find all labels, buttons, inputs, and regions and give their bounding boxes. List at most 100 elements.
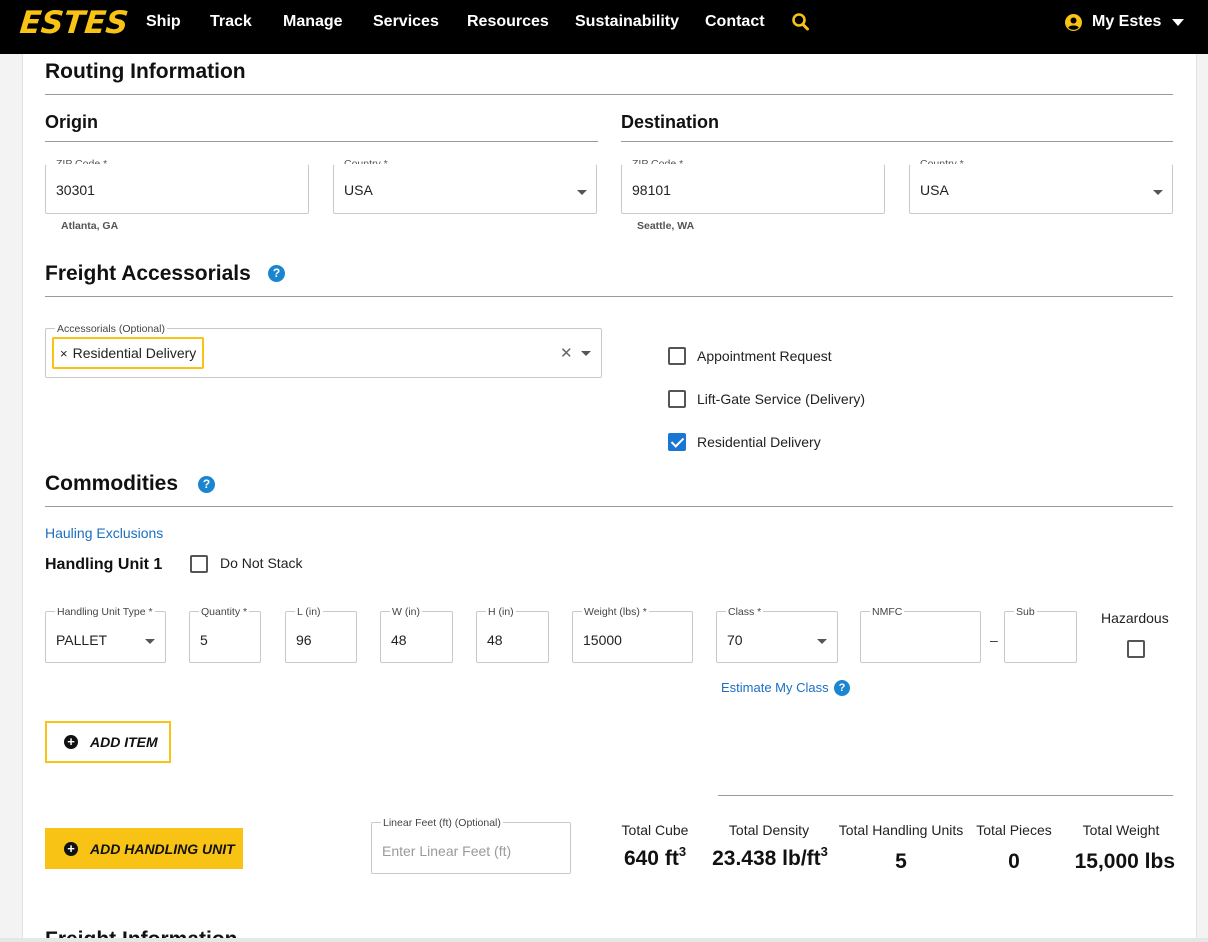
chevron-down-icon <box>145 639 155 644</box>
appointment-request-checkbox[interactable] <box>668 347 686 365</box>
destination-zip-value: 98101 <box>632 182 671 198</box>
estimate-my-class-link[interactable]: Estimate My Class <box>721 680 829 695</box>
lift-gate-checkbox[interactable] <box>668 390 686 408</box>
total-cube-label: Total Cube <box>621 822 689 838</box>
total-handling-units-value: 5 <box>895 850 907 873</box>
add-item-label: ADD ITEM <box>90 734 158 750</box>
handling-unit-type-label: Handling Unit Type * <box>55 606 155 618</box>
destination-country-value: USA <box>920 182 949 198</box>
total-cube-value: 640 ft3 <box>623 844 687 870</box>
sub-label: Sub <box>1014 606 1037 618</box>
sub-input[interactable]: Sub <box>1004 606 1077 663</box>
height-label: H (in) <box>486 606 516 618</box>
clear-icon[interactable]: ✕ <box>560 344 573 362</box>
linear-feet-input[interactable]: Linear Feet (ft) (Optional) Enter Linear… <box>371 817 571 874</box>
appointment-request-label: Appointment Request <box>697 348 832 364</box>
chevron-down-icon <box>817 639 827 644</box>
quantity-label: Quantity * <box>199 606 250 618</box>
weight-label: Weight (lbs) * <box>582 606 649 618</box>
chip-remove-icon[interactable]: × <box>60 346 68 361</box>
search-icon[interactable] <box>792 12 810 32</box>
origin-title: Origin <box>45 112 98 132</box>
accessorials-multiselect[interactable]: Accessorials (Optional) × Residential De… <box>45 323 602 378</box>
do-not-stack-label: Do Not Stack <box>220 555 303 571</box>
linear-feet-placeholder: Enter Linear Feet (ft) <box>382 843 512 859</box>
nav-link-services[interactable]: Services <box>373 12 439 32</box>
do-not-stack-checkbox[interactable] <box>190 555 208 573</box>
nav-link-resources[interactable]: Resources <box>467 12 549 32</box>
nav-link-track[interactable]: Track <box>210 12 252 32</box>
my-estes-menu[interactable]: My Estes <box>1065 12 1185 32</box>
origin-zip-input[interactable]: 30301 <box>45 164 309 214</box>
residential-delivery-checkbox[interactable] <box>668 433 686 451</box>
hazardous-checkbox[interactable] <box>1127 640 1145 658</box>
total-handling-units-label: Total Handling Units <box>838 822 964 838</box>
destination-zip-input[interactable]: 98101 <box>621 164 885 214</box>
accessorials-section-title: Freight Accessorials <box>45 262 251 285</box>
plus-circle-icon: + <box>64 735 78 749</box>
divider <box>45 506 1173 507</box>
accessorials-field-label: Accessorials (Optional) <box>55 323 167 335</box>
add-handling-unit-label: ADD HANDLING UNIT <box>90 840 235 857</box>
quote-form-card: Routing Information Origin Destination Z… <box>22 54 1197 942</box>
my-estes-label: My Estes <box>1092 13 1162 30</box>
residential-delivery-label: Residential Delivery <box>697 434 821 450</box>
height-input[interactable]: H (in) 48 <box>476 606 549 663</box>
divider <box>45 141 598 142</box>
estes-logo[interactable]: ESTES <box>18 5 130 41</box>
destination-title: Destination <box>621 112 720 132</box>
plus-circle-icon: + <box>64 841 78 856</box>
routing-section-title: Routing Information <box>45 60 246 83</box>
origin-country-value: USA <box>344 182 373 198</box>
user-account-icon <box>1065 13 1082 31</box>
accessorial-chip: × Residential Delivery <box>52 337 205 369</box>
add-handling-unit-button[interactable]: + ADD HANDLING UNIT <box>45 828 243 869</box>
help-icon[interactable]: ? <box>268 265 285 282</box>
chevron-down-icon <box>581 351 591 356</box>
lift-gate-label: Lift-Gate Service (Delivery) <box>697 391 866 407</box>
total-density-label: Total Density <box>728 822 810 838</box>
commodities-section-title: Commodities <box>45 472 179 495</box>
total-pieces-value: 0 <box>1008 850 1020 873</box>
chevron-down-icon <box>1153 190 1163 195</box>
width-input[interactable]: W (in) 48 <box>380 606 453 663</box>
help-icon[interactable]: ? <box>198 476 215 493</box>
width-value: 48 <box>391 632 407 648</box>
class-select[interactable]: Class * 70 <box>716 606 838 663</box>
top-navigation-bar: ESTES Ship Track Manage Services Resourc… <box>0 0 1208 54</box>
divider <box>718 795 1173 796</box>
nmfc-input[interactable]: NMFC <box>860 606 981 663</box>
quantity-input[interactable]: Quantity * 5 <box>189 606 261 663</box>
total-pieces-label: Total Pieces <box>976 822 1052 838</box>
nav-link-ship[interactable]: Ship <box>146 12 181 32</box>
origin-country-select[interactable]: USA <box>333 164 597 214</box>
page-bottom-edge <box>0 938 1208 942</box>
handling-unit-title: Handling Unit 1 <box>45 556 163 573</box>
chevron-down-icon <box>577 190 587 195</box>
destination-country-select[interactable]: USA <box>909 164 1173 214</box>
nav-link-sustainability[interactable]: Sustainability <box>575 12 679 32</box>
total-weight-label: Total Weight <box>1082 822 1160 838</box>
weight-value: 15000 <box>583 632 622 648</box>
total-weight-value: 15,000 lbs <box>1074 850 1175 873</box>
origin-zip-value: 30301 <box>56 182 95 198</box>
class-value: 70 <box>727 632 743 648</box>
divider <box>45 296 1173 297</box>
nmfc-sub-separator: – <box>990 632 998 648</box>
help-icon[interactable]: ? <box>834 680 850 696</box>
add-item-button[interactable]: + ADD ITEM <box>45 721 171 763</box>
hauling-exclusions-link[interactable]: Hauling Exclusions <box>45 525 163 541</box>
handling-unit-type-select[interactable]: Handling Unit Type * PALLET <box>45 606 166 663</box>
width-label: W (in) <box>390 606 422 618</box>
length-value: 96 <box>296 632 312 648</box>
length-input[interactable]: L (in) 96 <box>285 606 357 663</box>
origin-city-text: Atlanta, GA <box>61 220 119 232</box>
nav-link-manage[interactable]: Manage <box>283 12 343 32</box>
handling-unit-type-value: PALLET <box>56 632 108 648</box>
nmfc-label: NMFC <box>870 606 905 618</box>
chevron-down-icon <box>1172 19 1185 26</box>
destination-city-text: Seattle, WA <box>637 220 695 232</box>
nav-link-contact[interactable]: Contact <box>705 12 765 32</box>
weight-input[interactable]: Weight (lbs) * 15000 <box>572 606 693 663</box>
height-value: 48 <box>487 632 503 648</box>
